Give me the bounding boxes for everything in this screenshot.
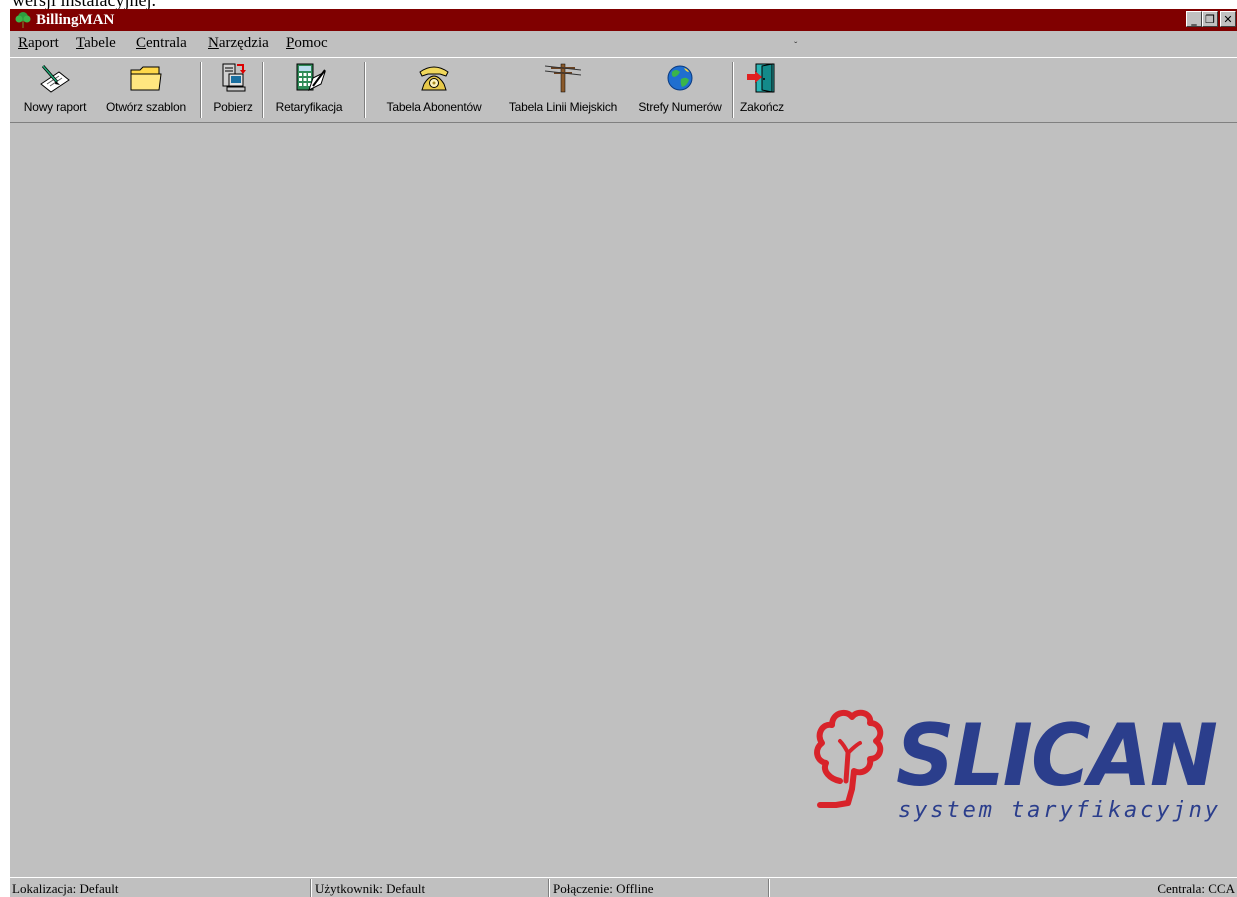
- title-bar[interactable]: BillingMAN _ ❐ ✕: [10, 9, 1237, 31]
- exit-label: Zakończ: [740, 100, 784, 114]
- toolbar-separator: [364, 62, 366, 118]
- status-divider: [310, 879, 312, 897]
- menu-raport-label: aport: [28, 35, 59, 51]
- status-bar: Lokalizacja: Default Użytkownik: Default…: [10, 877, 1237, 897]
- calculator-icon: [296, 63, 326, 91]
- menu-pomoc[interactable]: Pomoc: [286, 34, 328, 52]
- main-workspace: SLICAN system taryfikacyjny: [10, 123, 1237, 875]
- status-divider: [548, 879, 550, 897]
- new-report-icon: [40, 65, 70, 93]
- app-window: BillingMAN _ ❐ ✕ Raport Tabele Centrala …: [10, 9, 1237, 897]
- new-report-label: Nowy raport: [23, 100, 87, 114]
- minimize-button[interactable]: _: [1186, 11, 1202, 27]
- menu-centrala-label: entrala: [146, 35, 187, 51]
- window-title: BillingMAN: [36, 12, 115, 28]
- status-location: Lokalizacja: Default: [12, 881, 119, 896]
- menu-raport-accel: R: [18, 35, 29, 51]
- menu-bar: Raport Tabele Centrala Narzędzia Pomoc ˇ: [10, 31, 1237, 55]
- slican-wordmark: SLICAN: [896, 706, 1217, 806]
- status-user: Użytkownik: Default: [315, 881, 426, 896]
- menu-pomoc-label: omoc: [294, 35, 328, 51]
- slican-logo: SLICAN system taryfikacyjny: [814, 706, 1219, 823]
- number-zones-label: Strefy Numerów: [638, 100, 722, 114]
- menu-centrala-accel: C: [136, 35, 147, 51]
- menu-tabele[interactable]: Tabele: [76, 34, 116, 52]
- open-template-button[interactable]: Otwórz szablon: [98, 60, 194, 120]
- telephone-icon: [419, 66, 449, 91]
- menu-raport[interactable]: Raport: [18, 34, 59, 52]
- toolbar-separator: [262, 62, 264, 118]
- retariffication-label: Retaryfikacja: [275, 100, 343, 114]
- menu-tabele-accel: T: [76, 35, 85, 51]
- number-zones-button[interactable]: Strefy Numerów: [630, 60, 730, 120]
- new-report-button[interactable]: Nowy raport: [14, 60, 96, 120]
- toolbar: Nowy raport Otwórz szablon Pobierz Retar…: [10, 57, 1237, 123]
- retariffication-button[interactable]: Retaryfikacja: [268, 60, 350, 120]
- subscribers-table-label: Tabela Abonentów: [386, 100, 482, 114]
- status-exchange: Centrala: CCA: [1157, 881, 1235, 896]
- menu-narzedzia-accel: N: [208, 35, 219, 51]
- toolbar-separator: [200, 62, 202, 118]
- open-template-label: Otwórz szablon: [106, 100, 186, 114]
- download-label: Pobierz: [213, 100, 253, 114]
- folder-icon: [130, 66, 162, 91]
- close-button[interactable]: ✕: [1220, 11, 1236, 27]
- restore-button[interactable]: ❐: [1202, 11, 1218, 27]
- app-tree-icon[interactable]: [14, 11, 32, 29]
- document-text-fragment: wersji instalacyjnej.: [12, 0, 156, 10]
- status-divider: [768, 879, 770, 897]
- city-lines-table-label: Tabela Linii Miejskich: [508, 100, 618, 114]
- menu-tabele-label: abele: [84, 35, 116, 51]
- menu-caret-icon: ˇ: [794, 41, 798, 52]
- status-empty: [774, 880, 1144, 897]
- subscribers-table-button[interactable]: Tabela Abonentów: [376, 60, 492, 120]
- exit-door-icon: [747, 63, 775, 93]
- toolbar-separator: [732, 62, 734, 118]
- exit-button[interactable]: Zakończ: [736, 60, 788, 120]
- globe-icon: [667, 65, 693, 91]
- download-button[interactable]: Pobierz: [206, 60, 260, 120]
- menu-narzedzia[interactable]: Narzędzia: [208, 34, 269, 52]
- menu-narzedzia-label: arzędzia: [218, 35, 269, 51]
- menu-centrala[interactable]: Centrala: [136, 34, 187, 52]
- download-computer-icon: [222, 63, 246, 92]
- status-connection: Połączenie: Offline: [553, 881, 654, 896]
- city-lines-table-button[interactable]: Tabela Linii Miejskich: [496, 60, 630, 120]
- telephone-pole-icon: [545, 63, 581, 93]
